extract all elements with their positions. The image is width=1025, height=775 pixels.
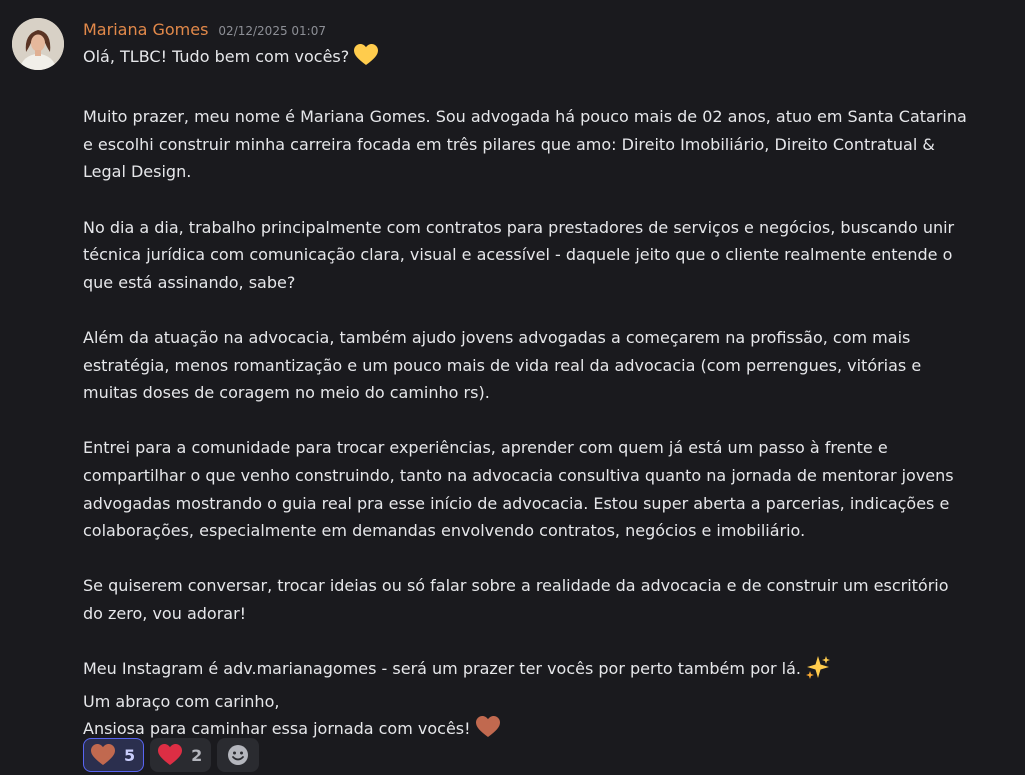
- sparkles-icon: [805, 655, 831, 688]
- text-line: muitas doses de coragem no meio do camin…: [83, 383, 490, 403]
- message-paragraph: Muito prazer, meu nome é Mariana Gomes. …: [83, 103, 1018, 186]
- text-line: e escolhi construir minha carreira focad…: [83, 134, 935, 154]
- red-heart-icon: [157, 743, 183, 767]
- reaction-count: 2: [191, 745, 203, 765]
- chat-message: Mariana Gomes 02/12/2025 01:07 Olá, TLBC…: [0, 0, 1025, 775]
- text-line: que está assinando, sabe?: [83, 272, 296, 292]
- author-name[interactable]: Mariana Gomes: [83, 20, 208, 39]
- brown-heart-icon: [475, 715, 501, 748]
- message-paragraph: Além da atuação na advocacia, também aju…: [83, 324, 1018, 407]
- message-header: Mariana Gomes 02/12/2025 01:07: [83, 20, 326, 44]
- yellow-heart-icon: [353, 43, 379, 76]
- add-reaction-button[interactable]: [217, 738, 260, 772]
- brown-heart-icon: [90, 743, 116, 767]
- text-line: Além da atuação na advocacia, também aju…: [83, 327, 911, 347]
- message-timestamp: 02/12/2025 01:07: [218, 24, 326, 38]
- text-line: Legal Design.: [83, 162, 192, 182]
- text-line: Um abraço com carinho,: [83, 691, 280, 711]
- text-line: Muito prazer, meu nome é Mariana Gomes. …: [83, 107, 967, 127]
- text-line: colaborações, especialmente em demandas …: [83, 521, 806, 541]
- reaction-count: 5: [124, 745, 136, 765]
- text-line: do zero, vou adorar!: [83, 603, 247, 623]
- text-line: No dia a dia, trabalho principalmente co…: [83, 217, 955, 237]
- text-line: compartilhar o que venho construindo, ta…: [83, 465, 954, 485]
- reactions-bar: 5 2: [83, 738, 260, 772]
- avatar-photo: [12, 18, 64, 70]
- text-line: Se quiserem conversar, trocar ideias ou …: [83, 576, 949, 596]
- text-line: advogadas mostrando o guia real pra esse…: [83, 493, 950, 513]
- text-line: estratégia, menos romantização e um pouc…: [83, 355, 922, 375]
- message-paragraph: No dia a dia, trabalho principalmente co…: [83, 214, 1018, 297]
- text-line: Olá, TLBC! Tudo bem com vocês?: [83, 47, 350, 66]
- reaction-brown-heart[interactable]: 5: [83, 738, 145, 772]
- text-line: Ansiosa para caminhar essa jornada com v…: [83, 719, 471, 739]
- message-paragraph: Olá, TLBC! Tudo bem com vocês?: [83, 43, 1018, 76]
- reaction-red-heart[interactable]: 2: [150, 738, 212, 772]
- text-line: Entrei para a comunidade para trocar exp…: [83, 438, 888, 458]
- message-paragraph: Meu Instagram é adv.marianagomes - será …: [83, 655, 1018, 748]
- message-paragraph: Se quiserem conversar, trocar ideias ou …: [83, 572, 1018, 627]
- message-content: Olá, TLBC! Tudo bem com vocês? Muito pra…: [83, 43, 1018, 748]
- text-line: técnica jurídica com comunicação clara, …: [83, 245, 953, 265]
- text-line: Meu Instagram é adv.marianagomes - será …: [83, 659, 802, 679]
- message-paragraph: Entrei para a comunidade para trocar exp…: [83, 434, 1018, 544]
- add-reaction-smiley-icon: [227, 744, 249, 766]
- avatar[interactable]: [12, 18, 64, 70]
